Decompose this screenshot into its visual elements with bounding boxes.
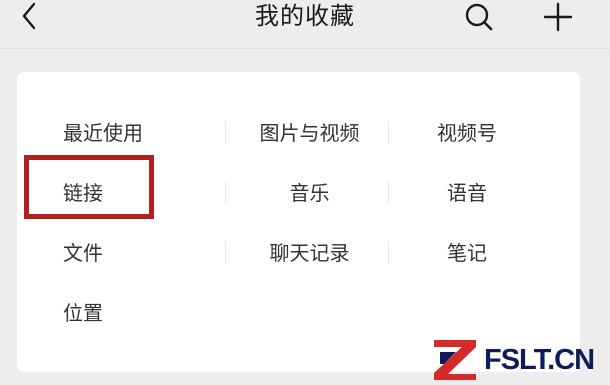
category-music[interactable]: 音乐 bbox=[227, 175, 392, 211]
add-button[interactable] bbox=[543, 2, 573, 32]
divider bbox=[225, 242, 226, 264]
divider bbox=[225, 122, 226, 144]
category-files[interactable]: 文件 bbox=[63, 235, 213, 271]
category-panel: 最近使用 图片与视频 视频号 链接 音乐 语音 文件 聊天记录 笔记 位置 bbox=[17, 72, 580, 372]
search-button[interactable] bbox=[464, 2, 494, 32]
divider bbox=[225, 182, 226, 204]
search-icon bbox=[465, 3, 493, 31]
category-voice[interactable]: 语音 bbox=[407, 175, 527, 211]
category-chat-history[interactable]: 聊天记录 bbox=[227, 235, 392, 271]
watermark: FSLT.CN bbox=[432, 336, 610, 384]
divider bbox=[388, 122, 389, 144]
category-recent[interactable]: 最近使用 bbox=[63, 115, 213, 151]
divider bbox=[388, 182, 389, 204]
page-title: 我的收藏 bbox=[255, 2, 355, 30]
category-notes[interactable]: 笔记 bbox=[407, 235, 527, 271]
category-location[interactable]: 位置 bbox=[63, 295, 213, 331]
z-logo-icon bbox=[434, 340, 476, 380]
divider bbox=[388, 242, 389, 264]
category-photos-videos[interactable]: 图片与视频 bbox=[227, 115, 392, 151]
watermark-text: FSLT.CN bbox=[484, 344, 595, 376]
plus-icon bbox=[543, 2, 573, 32]
category-channels[interactable]: 视频号 bbox=[407, 115, 527, 151]
highlight-box bbox=[24, 155, 154, 219]
top-bar: 我的收藏 bbox=[0, 0, 610, 49]
